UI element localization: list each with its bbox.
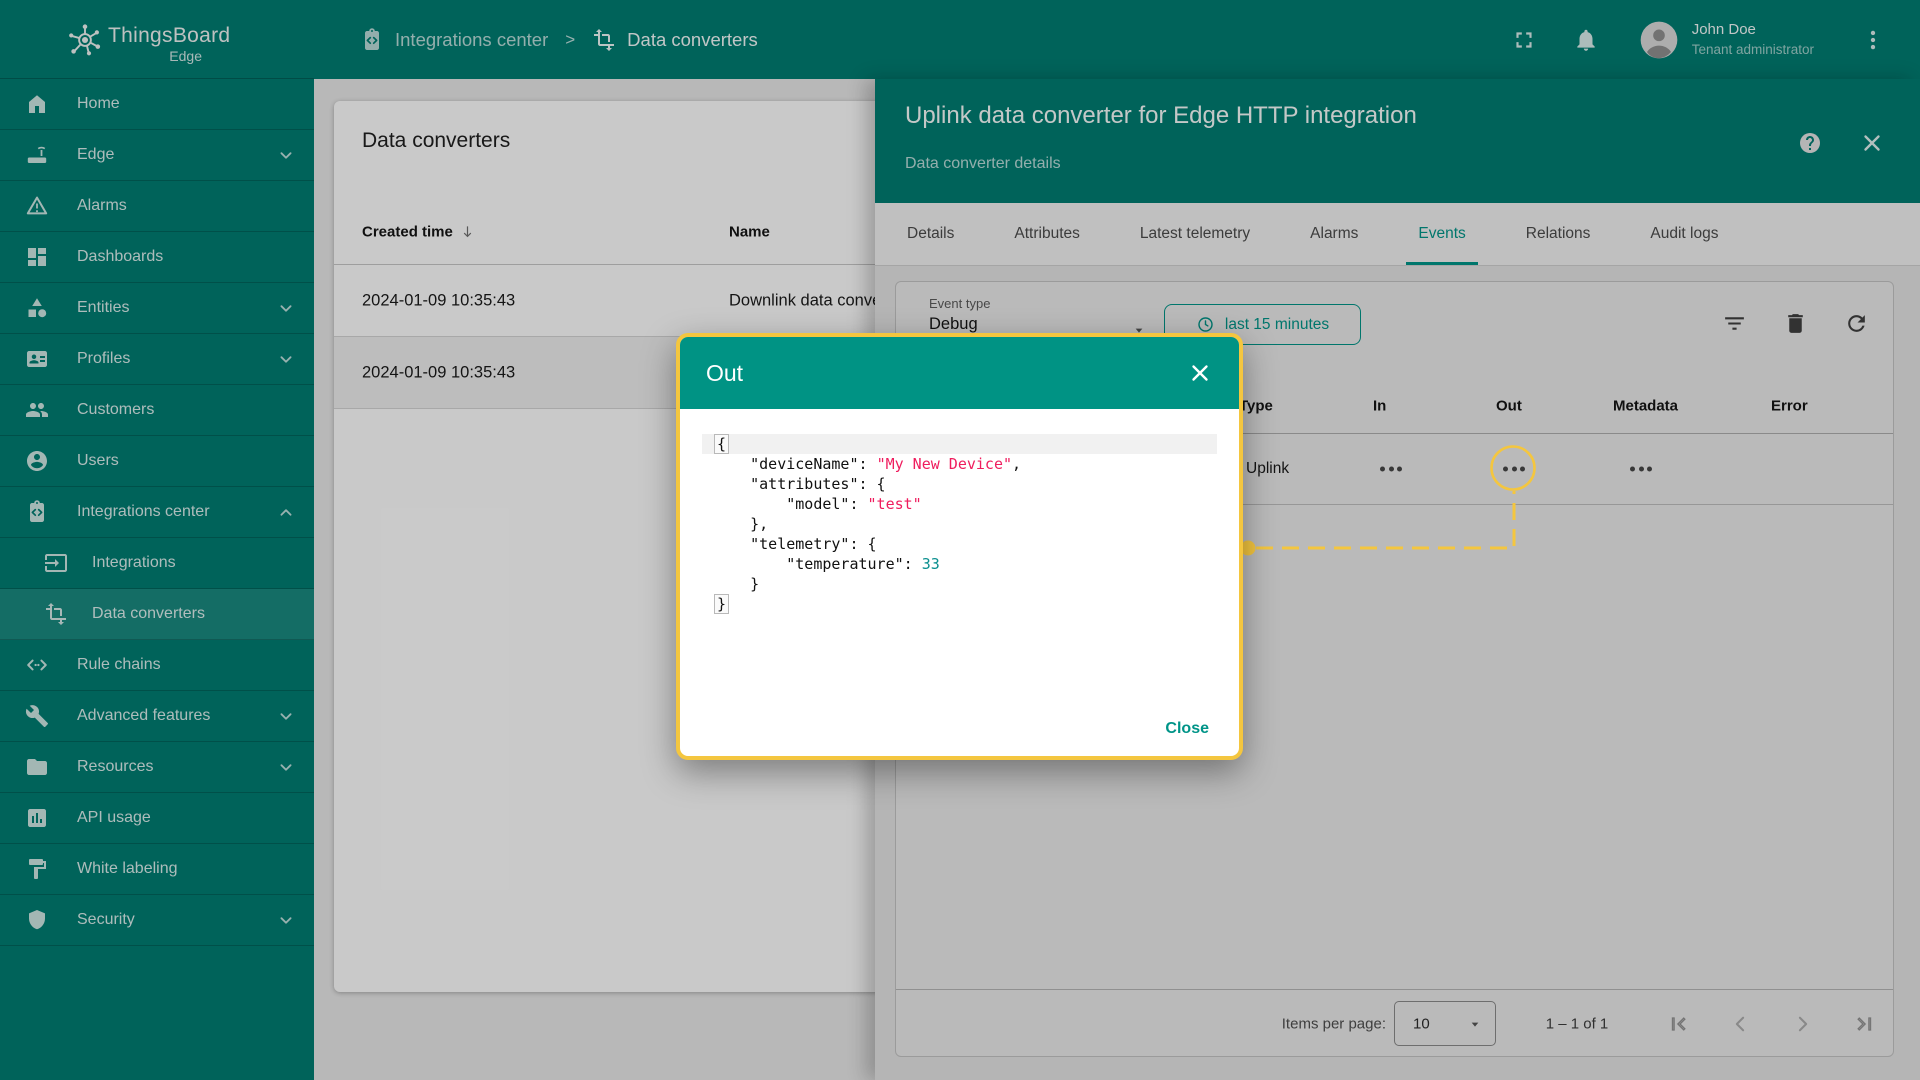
dialog-title: Out xyxy=(706,359,744,386)
close-icon xyxy=(1187,360,1213,386)
json-code: { "deviceName": "My New Device", "attrib… xyxy=(702,434,1217,614)
dialog-close-button[interactable] xyxy=(1187,360,1213,386)
dialog-header: Out xyxy=(680,337,1239,409)
close-button[interactable]: Close xyxy=(1165,720,1209,738)
dialog-body: { "deviceName": "My New Device", "attrib… xyxy=(680,409,1239,756)
out-dialog: Out { "deviceName": "My New Device", "at… xyxy=(676,333,1243,760)
